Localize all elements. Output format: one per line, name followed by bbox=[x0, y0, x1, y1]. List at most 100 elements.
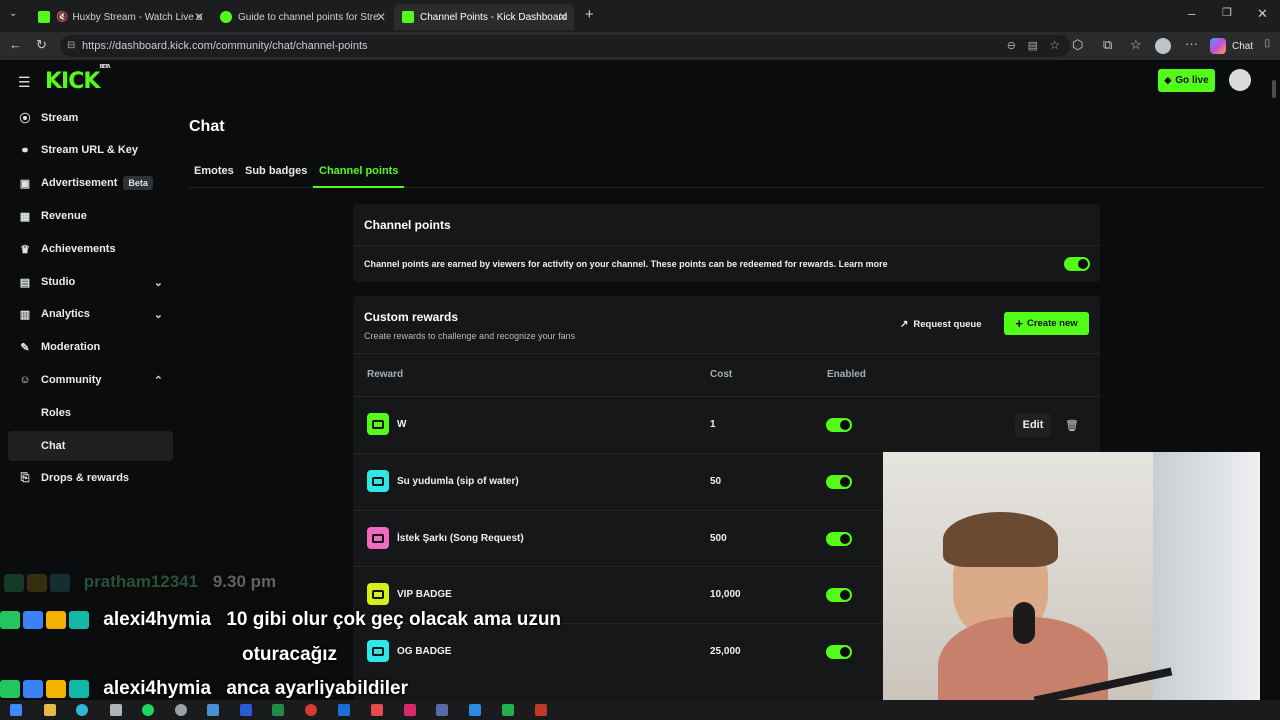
divider bbox=[353, 353, 1100, 354]
close-window-icon[interactable]: ✕ bbox=[1257, 6, 1268, 22]
reward-enabled-toggle[interactable] bbox=[826, 418, 852, 432]
back-icon[interactable]: ← bbox=[9, 37, 22, 52]
sidebar-item-community[interactable]: ☺ Community ⌃ bbox=[8, 365, 173, 395]
streamer-hair bbox=[943, 512, 1058, 567]
close-tab-icon[interactable]: ✕ bbox=[558, 10, 568, 24]
edge-icon[interactable] bbox=[76, 704, 88, 716]
sidebar-item-label: Community bbox=[41, 374, 102, 386]
trophy-icon: ♛ bbox=[20, 243, 30, 256]
sidebar-item-achievements[interactable]: ♛ Achievements bbox=[8, 234, 173, 264]
browser-tab-bar: ⌄ 🔇 Huxby Stream - Watch Live o ✕ Guide … bbox=[0, 0, 1280, 32]
app-icon[interactable] bbox=[110, 704, 122, 716]
sidebar-item-advertisement[interactable]: ▣ Advertisement Beta bbox=[8, 168, 173, 198]
copilot-chat-button[interactable]: Chat bbox=[1210, 38, 1253, 54]
app-icon[interactable] bbox=[305, 704, 317, 716]
zoom-icon[interactable]: ⊖ bbox=[1007, 39, 1016, 52]
badge-icon bbox=[0, 679, 20, 698]
sidebar-item-studio[interactable]: ▤ Studio ⌄ bbox=[8, 267, 173, 297]
app-icon[interactable] bbox=[371, 704, 383, 716]
badge-icon bbox=[4, 573, 24, 592]
split-screen-icon[interactable]: ⧉ bbox=[1103, 37, 1112, 53]
browser-tab-3[interactable]: Channel Points - Kick Dashboard ✕ bbox=[394, 4, 574, 30]
sidebar-item-label: Roles bbox=[41, 407, 71, 419]
excel-icon[interactable] bbox=[272, 704, 284, 716]
tab-emotes[interactable]: Emotes bbox=[194, 165, 234, 177]
close-tab-icon[interactable]: ✕ bbox=[194, 10, 204, 24]
sidebar-item-label: Stream bbox=[41, 112, 79, 124]
reward-cost: 10,000 bbox=[710, 589, 741, 600]
create-new-button[interactable]: + Create new bbox=[1004, 312, 1089, 335]
app-icon[interactable] bbox=[404, 704, 416, 716]
sidebar-toggle-icon[interactable]: ⌷ bbox=[1264, 38, 1271, 51]
tab-channel-points[interactable]: Channel points bbox=[313, 162, 405, 188]
sidebar-item-chat[interactable]: Chat bbox=[8, 431, 173, 461]
reward-cost: 1 bbox=[710, 419, 716, 430]
app-icon[interactable] bbox=[436, 704, 448, 716]
tab-sub-badges[interactable]: Sub badges bbox=[245, 165, 307, 177]
more-menu-icon[interactable]: ··· bbox=[1185, 36, 1198, 51]
extensions-icon[interactable]: ⬡ bbox=[1072, 37, 1083, 53]
channel-points-card: Channel points Channel points are earned… bbox=[353, 204, 1100, 282]
sidebar-item-revenue[interactable]: ▦ Revenue bbox=[8, 201, 173, 231]
hamburger-menu-icon[interactable]: ☰ bbox=[18, 74, 31, 91]
reward-cost: 50 bbox=[710, 476, 722, 487]
sidebar-item-stream-url-key[interactable]: ⚭ Stream URL & Key bbox=[8, 135, 173, 165]
kick-logo[interactable]: KICKBETA bbox=[45, 64, 111, 94]
obs-icon[interactable] bbox=[175, 704, 187, 716]
browser-tab-1[interactable]: 🔇 Huxby Stream - Watch Live o ✕ bbox=[30, 4, 210, 30]
custom-rewards-subtitle: Create rewards to challenge and recogniz… bbox=[364, 331, 576, 341]
wrench-icon: ✎ bbox=[20, 341, 30, 354]
go-live-label: Go live bbox=[1175, 75, 1209, 86]
new-tab-icon[interactable]: + bbox=[585, 6, 594, 23]
request-queue-button[interactable]: ↗ Request queue bbox=[900, 313, 982, 335]
windows-start-icon[interactable] bbox=[10, 704, 22, 716]
trash-icon[interactable]: 🗑 bbox=[1061, 413, 1083, 437]
spotify-icon[interactable] bbox=[142, 704, 154, 716]
minimize-icon[interactable]: – bbox=[1188, 6, 1195, 21]
profile-avatar[interactable] bbox=[1155, 38, 1171, 54]
tab-label: Guide to channel points for Strear bbox=[238, 11, 378, 23]
community-icon: ☺ bbox=[19, 374, 31, 386]
logo-text: KICK bbox=[45, 69, 100, 94]
reward-icon bbox=[367, 640, 389, 662]
edit-button[interactable]: Edit bbox=[1015, 413, 1051, 437]
kick-favicon-icon bbox=[38, 11, 50, 23]
calculator-icon[interactable] bbox=[207, 704, 219, 716]
url-input[interactable]: ⊟ https://dashboard.kick.com/community/c… bbox=[60, 35, 1070, 57]
page-scrollbar[interactable] bbox=[1272, 80, 1276, 98]
browser-tab-2[interactable]: Guide to channel points for Strear ✕ bbox=[212, 4, 392, 30]
gift-icon: ⎘ bbox=[20, 471, 30, 484]
close-tab-icon[interactable]: ✕ bbox=[376, 10, 386, 24]
sidebar-item-drops-rewards[interactable]: ⎘ Drops & rewards bbox=[8, 463, 173, 493]
crown-icon bbox=[46, 610, 66, 629]
word-icon[interactable] bbox=[240, 704, 252, 716]
go-live-button[interactable]: ◆ Go live bbox=[1158, 69, 1215, 92]
app-icon[interactable] bbox=[469, 704, 481, 716]
beta-badge: Beta bbox=[123, 176, 153, 190]
maximize-icon[interactable]: ❐ bbox=[1222, 6, 1232, 19]
muted-speaker-icon[interactable]: 🔇 bbox=[56, 12, 68, 23]
badge-icon bbox=[0, 610, 20, 629]
sidebar-item-stream[interactable]: ⦿ Stream bbox=[8, 103, 173, 133]
reward-enabled-toggle[interactable] bbox=[826, 475, 852, 489]
favorite-star-icon[interactable]: ☆ bbox=[1049, 38, 1060, 52]
sidebar-item-analytics[interactable]: ▥ Analytics ⌄ bbox=[8, 299, 173, 329]
reward-enabled-toggle[interactable] bbox=[826, 532, 852, 546]
site-info-icon[interactable]: ⊟ bbox=[67, 40, 75, 51]
reward-enabled-toggle[interactable] bbox=[826, 588, 852, 602]
reload-icon[interactable]: ↻ bbox=[36, 37, 47, 53]
sidebar-item-roles[interactable]: Roles bbox=[8, 398, 173, 428]
app-icon[interactable] bbox=[338, 704, 350, 716]
app-icon[interactable] bbox=[502, 704, 514, 716]
channel-points-toggle[interactable] bbox=[1064, 257, 1090, 271]
app-icon[interactable] bbox=[535, 704, 547, 716]
learn-more-link[interactable]: Learn more bbox=[839, 259, 888, 269]
reward-enabled-toggle[interactable] bbox=[826, 645, 852, 659]
tab-list-chevron-icon[interactable]: ⌄ bbox=[9, 8, 17, 19]
user-avatar[interactable] bbox=[1229, 69, 1251, 91]
reader-icon[interactable]: ▤ bbox=[1028, 39, 1038, 52]
file-explorer-icon[interactable] bbox=[44, 704, 56, 716]
sidebar-item-moderation[interactable]: ✎ Moderation bbox=[8, 332, 173, 362]
sidebar-item-label: Stream URL & Key bbox=[41, 144, 138, 156]
collections-icon[interactable]: ☆ bbox=[1130, 37, 1142, 53]
